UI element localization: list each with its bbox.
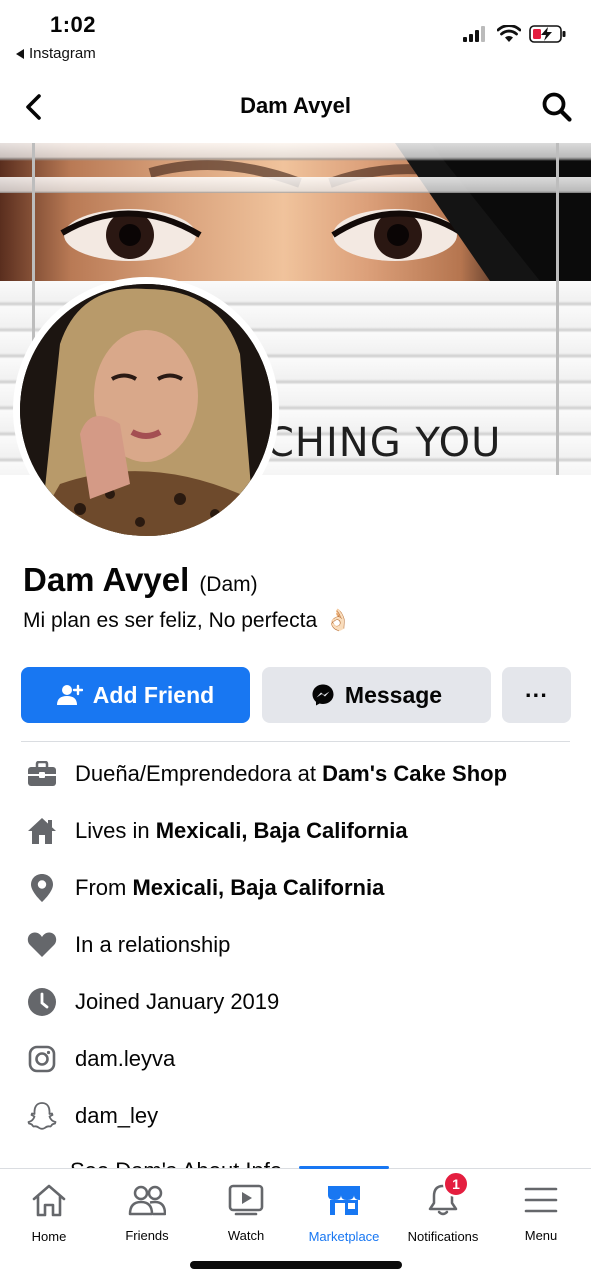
friends-icon: [127, 1183, 167, 1216]
back-to-app-link[interactable]: Instagram: [16, 45, 96, 62]
detail-snapchat[interactable]: dam_ley: [0, 1087, 591, 1144]
cover-caption: CHING YOU: [266, 420, 502, 466]
tab-menu[interactable]: Menu: [492, 1183, 590, 1243]
detail-work: Dueña/Emprendedora at Dam's Cake Shop: [0, 745, 591, 802]
location-pin-icon: [26, 872, 58, 904]
profile-avatar[interactable]: [13, 277, 279, 543]
tab-marketplace-label: Marketplace: [308, 1229, 380, 1244]
page-title: Dam Avyel: [240, 93, 351, 118]
tab-notifications-label: Notifications: [407, 1229, 479, 1244]
cellular-signal-icon: [463, 26, 485, 42]
messenger-icon: [312, 684, 334, 706]
detail-from-text: From Mexicali, Baja California: [75, 874, 385, 900]
avatar-photo: [20, 284, 272, 536]
tab-watch[interactable]: Watch: [197, 1183, 295, 1243]
tab-home[interactable]: Home: [0, 1183, 98, 1244]
heart-icon: [26, 929, 58, 961]
add-friend-icon: [56, 684, 83, 705]
detail-instagram[interactable]: dam.leyva: [0, 1030, 591, 1087]
back-triangle-icon: [16, 48, 24, 59]
back-app-label: Instagram: [29, 45, 96, 62]
message-button[interactable]: Message: [262, 667, 491, 723]
active-tab-indicator: [299, 1166, 389, 1169]
blind-cord: [556, 143, 559, 475]
tab-notifications[interactable]: 1 Notifications: [394, 1171, 492, 1244]
profile-name-row: Dam Avyel (Dam): [23, 561, 258, 599]
menu-icon: [521, 1183, 561, 1216]
profile-bio: Mi plan es ser feliz, No perfecta 👌🏻: [23, 609, 351, 633]
detail-lives-in-text: Lives in Mexicali, Baja California: [75, 817, 408, 843]
snapchat-icon: [26, 1100, 58, 1132]
tab-friends[interactable]: Friends: [98, 1183, 196, 1243]
marketplace-icon: [324, 1183, 364, 1217]
detail-relationship: In a relationship: [0, 916, 591, 973]
notification-badge: 1: [443, 1171, 469, 1197]
message-label: Message: [344, 681, 443, 708]
detail-from: From Mexicali, Baja California: [0, 859, 591, 916]
blind-slats-top: [0, 143, 591, 193]
add-friend-button[interactable]: Add Friend: [21, 667, 250, 723]
tab-marketplace[interactable]: Marketplace: [295, 1183, 393, 1244]
home-tab-icon: [29, 1183, 69, 1217]
bell-icon: 1: [423, 1171, 469, 1217]
profile-header: Dam Avyel: [0, 76, 591, 138]
add-friend-label: Add Friend: [92, 681, 215, 708]
tab-menu-label: Menu: [524, 1228, 558, 1243]
ok-hand-emoji: 👌🏻: [325, 609, 352, 632]
detail-instagram-text: dam.leyva: [75, 1045, 176, 1071]
briefcase-icon: [26, 758, 58, 790]
battery-charging-icon: [529, 25, 566, 43]
avatar-portrait: [20, 284, 272, 536]
status-icons: [463, 24, 567, 44]
more-dots-icon: ···: [525, 681, 548, 708]
detail-snapchat-text: dam_ley: [75, 1102, 159, 1128]
instagram-icon: [26, 1043, 58, 1075]
tab-watch-label: Watch: [227, 1228, 265, 1243]
search-icon[interactable]: [541, 91, 573, 123]
home-indicator[interactable]: [190, 1261, 402, 1269]
detail-lives-in: Lives in Mexicali, Baja California: [0, 802, 591, 859]
profile-alternate-name: (Dam): [199, 573, 258, 596]
status-bar: 1:02 Instagram: [0, 0, 591, 72]
detail-work-text: Dueña/Emprendedora at Dam's Cake Shop: [75, 760, 508, 786]
wifi-icon: [497, 25, 521, 42]
tab-home-label: Home: [31, 1229, 67, 1244]
home-icon: [26, 815, 58, 847]
more-options-button[interactable]: ···: [502, 667, 571, 723]
detail-joined: Joined January 2019: [0, 973, 591, 1030]
section-divider: [21, 741, 570, 742]
watch-icon: [226, 1183, 266, 1216]
clock-time: 1:02: [50, 12, 97, 37]
profile-name: Dam Avyel: [23, 561, 190, 598]
detail-relationship-text: In a relationship: [75, 931, 231, 957]
bio-text: Mi plan es ser feliz, No perfecta: [23, 609, 318, 632]
clock-icon: [26, 986, 58, 1018]
tab-friends-label: Friends: [125, 1228, 169, 1243]
detail-joined-text: Joined January 2019: [75, 988, 280, 1014]
